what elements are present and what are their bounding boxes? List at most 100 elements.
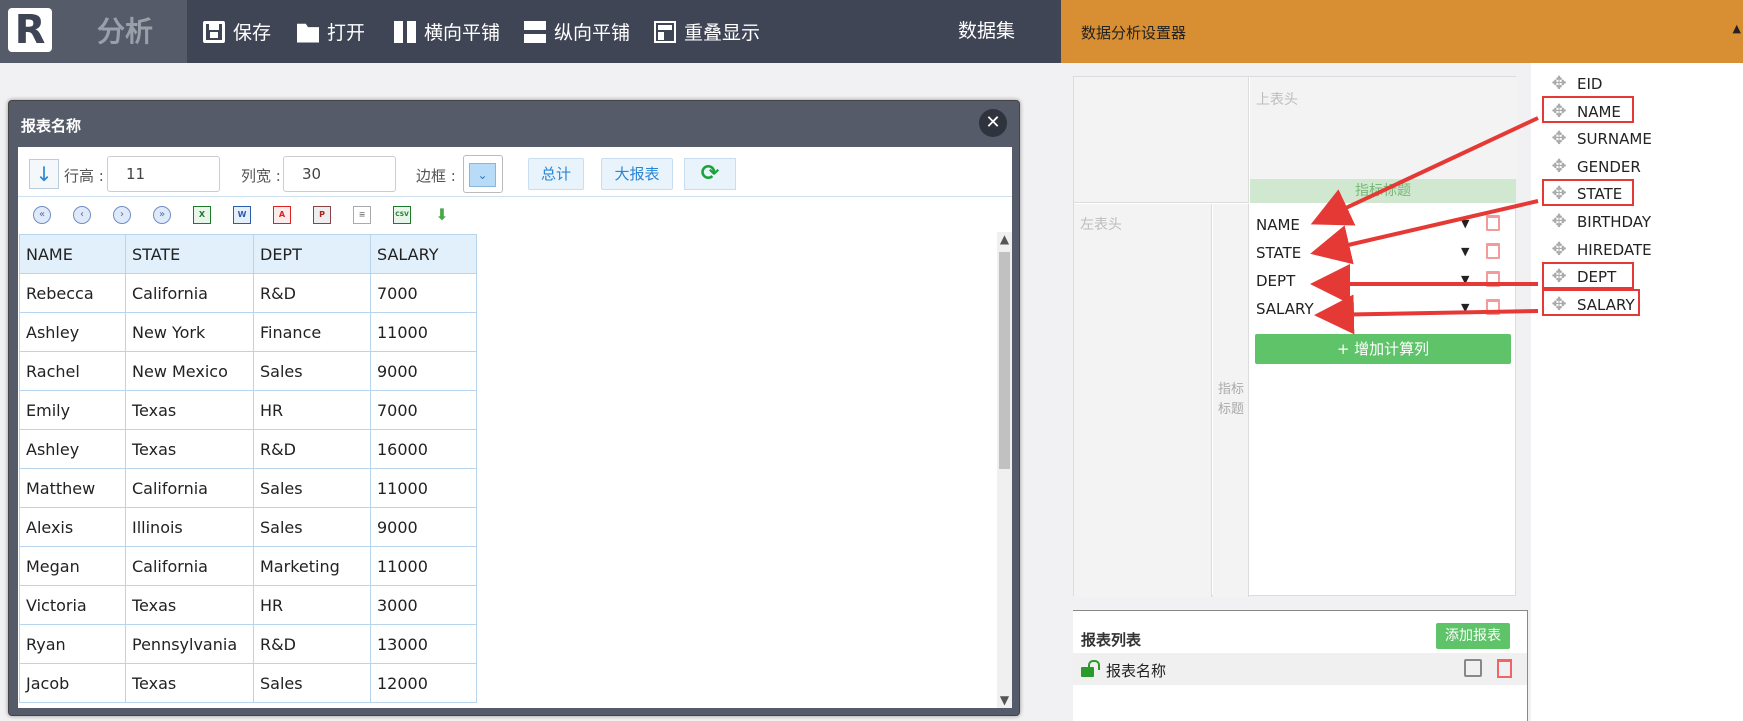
table-cell[interactable]: Texas (125, 585, 254, 625)
column-header[interactable]: DEPT (253, 234, 371, 274)
table-cell[interactable]: HR (253, 390, 371, 430)
table-cell[interactable]: Pennsylvania (125, 624, 254, 664)
table-cell[interactable]: Marketing (253, 546, 371, 586)
collapse-icon[interactable]: ▲ (1733, 22, 1741, 35)
table-cell[interactable]: Alexis (19, 507, 126, 547)
column-header[interactable]: STATE (125, 234, 254, 274)
caret-down-icon[interactable]: ▼ (1461, 217, 1469, 230)
table-cell[interactable]: 11000 (370, 312, 477, 352)
table-cell[interactable]: Rebecca (19, 273, 126, 313)
export-csv-icon[interactable]: CSV (393, 206, 411, 224)
caret-down-icon[interactable]: ▼ (1461, 301, 1469, 314)
drag-handle-icon[interactable]: ✥ (1549, 129, 1569, 149)
table-cell[interactable]: 9000 (370, 351, 477, 391)
export-text-icon[interactable]: ≡ (353, 206, 371, 224)
table-cell[interactable]: California (125, 468, 254, 508)
table-cell[interactable]: R&D (253, 624, 371, 664)
drag-handle-icon[interactable]: ✥ (1549, 239, 1569, 260)
report-list-item[interactable]: 报表名称 (1073, 653, 1527, 685)
export-word-icon[interactable]: W (233, 206, 251, 224)
table-cell[interactable]: Megan (19, 546, 126, 586)
table-cell[interactable]: 9000 (370, 507, 477, 547)
table-cell[interactable]: Jacob (19, 663, 126, 703)
save-button[interactable]: 保存 (203, 0, 271, 63)
table-row[interactable]: Jacob Texas Sales 12000 (19, 663, 477, 703)
table-row[interactable]: Rachel New Mexico Sales 9000 (19, 351, 477, 391)
table-row[interactable]: Victoria Texas HR 3000 (19, 585, 477, 625)
table-cell[interactable]: Texas (125, 390, 254, 430)
table-cell[interactable]: 11000 (370, 546, 477, 586)
table-cell[interactable]: Finance (253, 312, 371, 352)
print-icon[interactable]: P (313, 206, 331, 224)
refresh-button[interactable]: ⟳ (684, 158, 736, 190)
caret-down-icon[interactable]: ▼ (1461, 245, 1469, 258)
unlock-icon[interactable] (1081, 660, 1100, 677)
drag-handle-icon[interactable]: ✥ (1549, 212, 1569, 232)
table-cell[interactable]: 11000 (370, 468, 477, 508)
total-button[interactable]: 总计 (528, 158, 584, 190)
export-excel-icon[interactable]: X (193, 206, 211, 224)
edit-icon[interactable] (1464, 659, 1482, 677)
table-cell[interactable]: Victoria (19, 585, 126, 625)
table-cell[interactable]: Illinois (125, 507, 254, 547)
table-row[interactable]: Matthew California Sales 11000 (19, 468, 477, 508)
drag-handle-icon[interactable]: ✥ (1549, 101, 1569, 122)
table-row[interactable]: Megan California Marketing 11000 (19, 546, 477, 586)
drag-handle-icon[interactable]: ✥ (1549, 267, 1569, 287)
table-cell[interactable]: Matthew (19, 468, 126, 508)
table-row[interactable]: Ashley Texas R&D 16000 (19, 429, 477, 469)
row-height-input[interactable]: 11 (107, 156, 220, 192)
left-header-dropzone[interactable]: 左表头 (1074, 204, 1212, 597)
trash-icon[interactable] (1486, 215, 1500, 231)
table-cell[interactable]: R&D (253, 273, 371, 313)
last-page-icon[interactable]: » (153, 206, 171, 224)
drag-handle-icon[interactable]: ✥ (1549, 156, 1569, 177)
add-report-button[interactable]: 添加报表 (1436, 623, 1510, 649)
table-cell[interactable]: California (125, 273, 254, 313)
scroll-up-icon[interactable]: ▲ (997, 232, 1012, 247)
drag-handle-icon[interactable]: ✥ (1549, 294, 1569, 315)
caret-down-icon[interactable]: ▼ (1461, 273, 1469, 286)
tile-vertical-button[interactable]: 纵向平铺 (524, 0, 630, 63)
table-cell[interactable]: Ryan (19, 624, 126, 664)
table-cell[interactable]: Sales (253, 663, 371, 703)
next-page-icon[interactable]: › (113, 206, 131, 224)
prev-page-icon[interactable]: ‹ (73, 206, 91, 224)
big-report-button[interactable]: 大报表 (601, 158, 673, 190)
trash-icon[interactable] (1497, 659, 1512, 678)
table-cell[interactable]: 7000 (370, 390, 477, 430)
overlap-display-button[interactable]: 重叠显示 (654, 0, 760, 63)
table-cell[interactable]: Texas (125, 429, 254, 469)
table-cell[interactable]: New York (125, 312, 254, 352)
trash-icon[interactable] (1486, 243, 1500, 259)
column-header[interactable]: NAME (19, 234, 126, 274)
scrollbar-thumb[interactable] (999, 252, 1010, 469)
table-cell[interactable]: California (125, 546, 254, 586)
drag-handle-icon[interactable]: ✥ (1549, 74, 1569, 94)
table-cell[interactable]: Sales (253, 468, 371, 508)
drag-handle-icon[interactable]: ✥ (1549, 184, 1569, 204)
table-cell[interactable]: HR (253, 585, 371, 625)
table-cell[interactable]: Texas (125, 663, 254, 703)
sort-button[interactable]: ↓ (29, 159, 59, 189)
table-cell[interactable]: Sales (253, 351, 371, 391)
first-page-icon[interactable]: « (33, 206, 51, 224)
table-row[interactable]: Alexis Illinois Sales 9000 (19, 507, 477, 547)
table-cell[interactable]: Ashley (19, 429, 126, 469)
table-row[interactable]: Rebecca California R&D 7000 (19, 273, 477, 313)
dataset-button[interactable]: 数据集 (958, 0, 1015, 63)
column-header[interactable]: SALARY (370, 234, 477, 274)
tile-horizontal-button[interactable]: 横向平铺 (394, 0, 500, 63)
table-row[interactable]: Ryan Pennsylvania R&D 13000 (19, 624, 477, 664)
col-width-input[interactable]: 30 (283, 156, 396, 192)
border-select[interactable]: ⌄ (463, 155, 503, 193)
table-cell[interactable]: 12000 (370, 663, 477, 703)
close-window-button[interactable]: ✕ (979, 109, 1007, 137)
trash-icon[interactable] (1486, 299, 1500, 315)
download-icon[interactable]: ⬇ (433, 206, 451, 224)
table-cell[interactable]: Ashley (19, 312, 126, 352)
table-cell[interactable]: 3000 (370, 585, 477, 625)
add-calculated-column-button[interactable]: + 增加计算列 (1255, 334, 1511, 364)
scroll-down-icon[interactable]: ▼ (997, 693, 1012, 708)
table-cell[interactable]: New Mexico (125, 351, 254, 391)
